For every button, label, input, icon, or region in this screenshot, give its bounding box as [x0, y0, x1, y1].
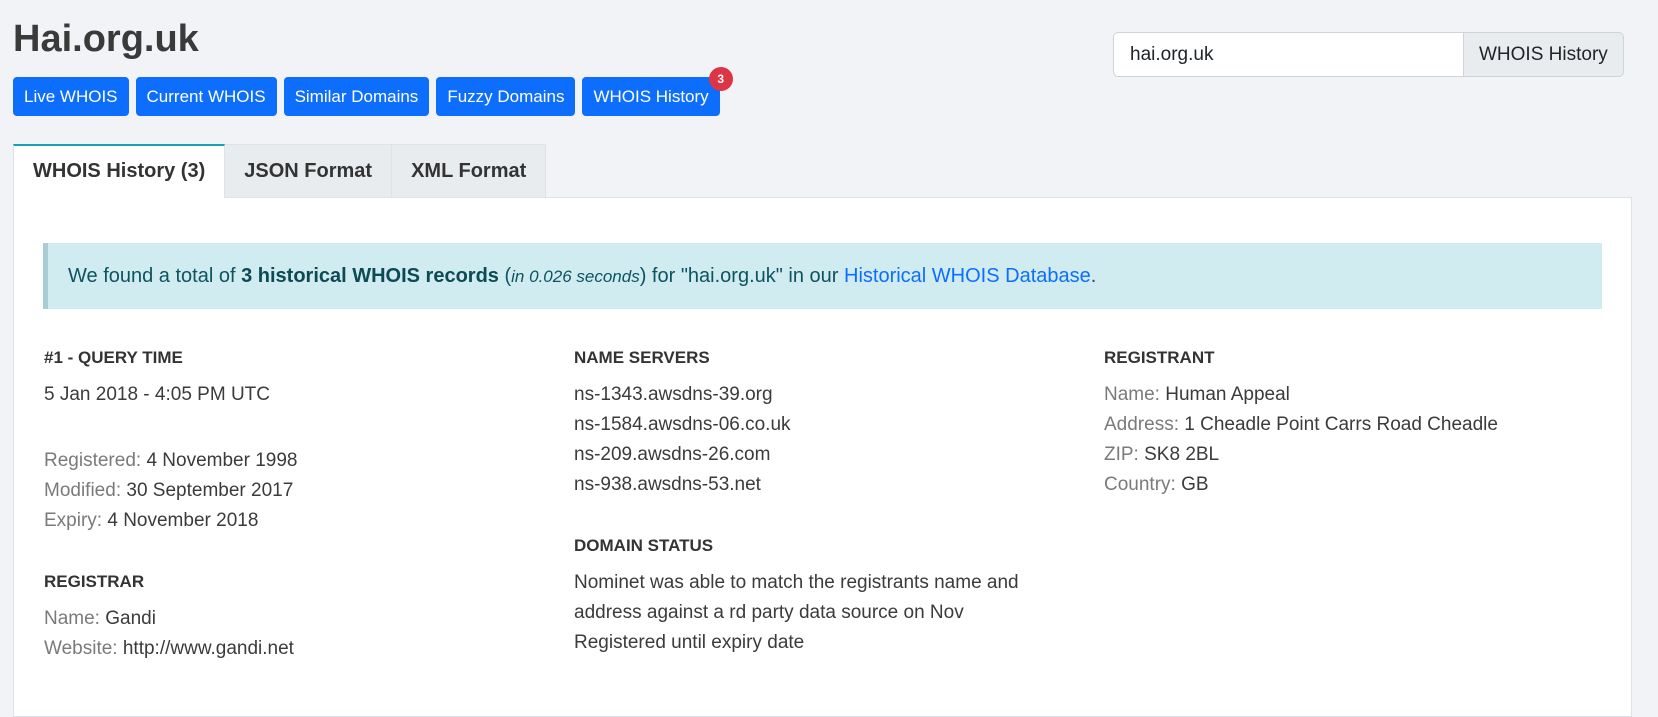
- registrant-zip-row: ZIP: SK8 2BL: [1104, 440, 1604, 470]
- tab-panel: We found a total of 3 historical WHOIS r…: [13, 197, 1632, 717]
- registered-row: Registered: 4 November 1998: [44, 446, 544, 476]
- alert-middle: " in our: [775, 265, 845, 287]
- registrant-address-value: 1 Cheadle Point Carrs Road Cheadle: [1184, 414, 1498, 435]
- registrant-name-value: Human Appeal: [1165, 384, 1290, 405]
- modified-row: Modified: 30 September 2017: [44, 476, 544, 506]
- query-column: #1 - QUERY TIME 5 Jan 2018 - 4:05 PM UTC…: [44, 346, 544, 664]
- similar-domains-button[interactable]: Similar Domains: [283, 77, 430, 116]
- whois-history-button-label: WHOIS History: [593, 87, 709, 106]
- registrant-country-label: Country:: [1104, 474, 1176, 495]
- registered-label: Registered:: [44, 450, 142, 471]
- registrant-name-label: Name:: [1104, 384, 1160, 405]
- tab-whois-history[interactable]: WHOIS History (3): [13, 144, 226, 198]
- registrant-address-row: Address: 1 Cheadle Point Carrs Road Chea…: [1104, 410, 1604, 440]
- registrar-name-row: Name: Gandi: [44, 604, 544, 634]
- page-title: Hai.org.uk: [13, 18, 199, 60]
- registrar-website-row: Website: http://www.gandi.net: [44, 634, 544, 664]
- query-time-heading: #1 - QUERY TIME: [44, 348, 183, 367]
- search-bar: WHOIS History: [1113, 32, 1624, 77]
- registrant-country-row: Country: GB: [1104, 470, 1604, 500]
- registrant-country-value: GB: [1181, 474, 1209, 495]
- domain-status-line: Registered until expiry date: [574, 632, 805, 653]
- registrant-zip-value: SK8 2BL: [1144, 444, 1220, 465]
- name-server-item: ns-1343.awsdns-39.org: [574, 384, 773, 405]
- name-server-item: ns-1584.awsdns-06.co.uk: [574, 414, 791, 435]
- name-server-item: ns-209.awsdns-26.com: [574, 444, 771, 465]
- results-alert: We found a total of 3 historical WHOIS r…: [43, 243, 1602, 309]
- name-servers-heading: NAME SERVERS: [574, 348, 710, 367]
- alert-query-duration: in 0.026 seconds: [511, 267, 640, 286]
- registrar-name-value: Gandi: [105, 608, 156, 629]
- query-time-value: 5 Jan 2018 - 4:05 PM UTC: [44, 384, 270, 405]
- historical-whois-database-link[interactable]: Historical WHOIS Database: [844, 265, 1091, 287]
- live-whois-button[interactable]: Live WHOIS: [13, 77, 129, 116]
- domain-search-input[interactable]: [1113, 32, 1463, 77]
- registered-value: 4 November 1998: [146, 450, 298, 471]
- modified-value: 30 September 2017: [126, 480, 294, 501]
- registrar-website-label: Website:: [44, 638, 118, 659]
- alert-suffix: .: [1090, 265, 1097, 287]
- registrant-zip-label: ZIP:: [1104, 444, 1139, 465]
- domain-status-line: address against a rd party data source o…: [574, 602, 964, 623]
- tab-xml-format[interactable]: XML Format: [391, 144, 547, 197]
- current-whois-button[interactable]: Current WHOIS: [135, 77, 277, 116]
- registrant-address-label: Address:: [1104, 414, 1179, 435]
- whois-history-button[interactable]: WHOIS History 3: [582, 67, 733, 116]
- whois-history-search-button[interactable]: WHOIS History: [1463, 32, 1624, 77]
- registrant-column: REGISTRANT Name: Human Appeal Address: 1…: [1104, 346, 1604, 500]
- alert-paren-close: ) for ": [639, 265, 688, 287]
- alert-record-count: 3 historical WHOIS records: [241, 265, 499, 287]
- tab-json-format[interactable]: JSON Format: [224, 144, 393, 197]
- registrar-heading: REGISTRAR: [44, 572, 145, 591]
- expiry-row: Expiry: 4 November 2018: [44, 506, 544, 536]
- history-count-badge: 3: [708, 67, 733, 91]
- tab-bar: WHOIS History (3) JSON Format XML Format: [13, 144, 547, 198]
- expiry-value: 4 November 2018: [107, 510, 259, 531]
- nav-buttons: Live WHOIS Current WHOIS Similar Domains…: [13, 67, 733, 116]
- alert-prefix: We found a total of: [68, 265, 242, 287]
- registrar-name-label: Name:: [44, 608, 100, 629]
- registrant-name-row: Name: Human Appeal: [1104, 380, 1604, 410]
- alert-paren-open: (: [498, 265, 512, 287]
- name-server-item: ns-938.awsdns-53.net: [574, 474, 761, 495]
- name-servers-column: NAME SERVERS ns-1343.awsdns-39.org ns-15…: [574, 346, 1074, 658]
- modified-label: Modified:: [44, 480, 122, 501]
- domain-status-heading: DOMAIN STATUS: [574, 536, 714, 555]
- domain-status-line: Nominet was able to match the registrant…: [574, 572, 1019, 593]
- alert-domain-link[interactable]: hai.org.uk: [688, 265, 776, 287]
- fuzzy-domains-button[interactable]: Fuzzy Domains: [436, 77, 576, 116]
- expiry-label: Expiry:: [44, 510, 103, 531]
- registrar-website-value: http://www.gandi.net: [122, 638, 294, 659]
- registrant-heading: REGISTRANT: [1104, 348, 1215, 367]
